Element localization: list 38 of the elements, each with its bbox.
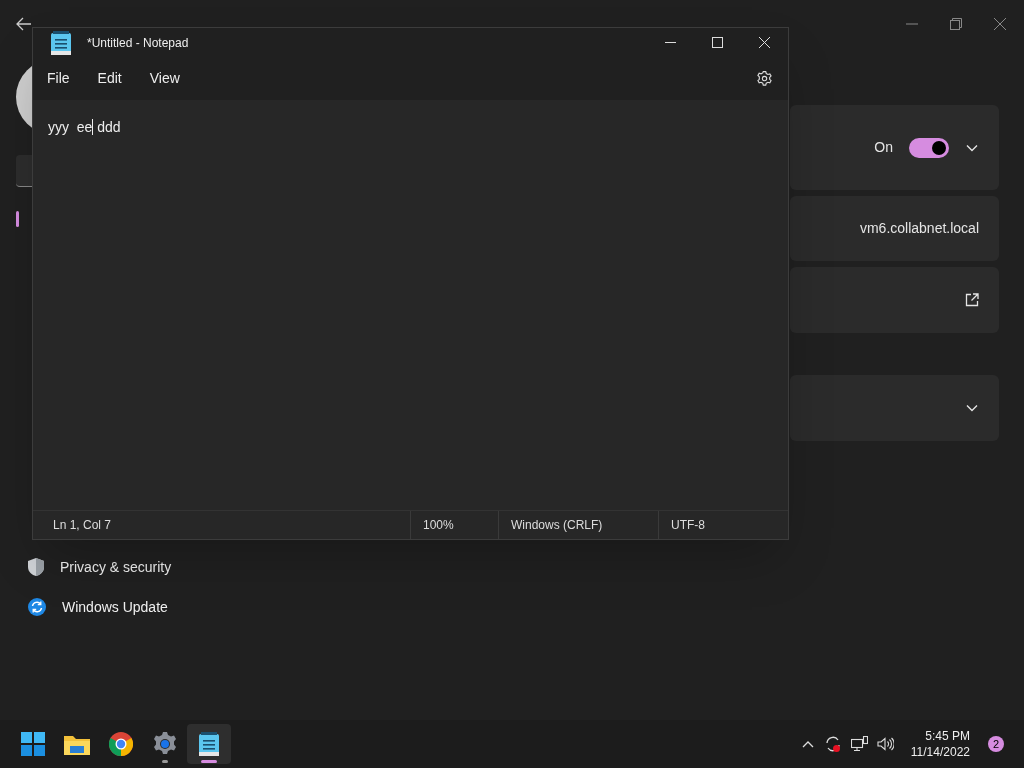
- external-link-icon: [965, 293, 979, 307]
- speaker-icon[interactable]: [876, 737, 894, 751]
- notification-count[interactable]: 2: [988, 736, 1004, 752]
- back-arrow-icon[interactable]: [16, 17, 32, 31]
- setting-value: vm6.collabnet.local: [859, 219, 979, 238]
- network-icon[interactable]: [850, 736, 868, 752]
- chevron-up-icon[interactable]: [801, 740, 814, 748]
- clock[interactable]: 5:45 PM 11/14/2022: [910, 728, 970, 760]
- notepad-icon: [199, 732, 219, 756]
- maximize-icon[interactable]: [712, 37, 723, 48]
- status-text: UTF-8: [671, 517, 705, 534]
- menu-item[interactable]: File: [37, 64, 80, 93]
- restore-icon[interactable]: [950, 18, 962, 30]
- nav-item[interactable]: Windows Update: [16, 587, 300, 627]
- toggle-state-label: On: [874, 138, 893, 157]
- folder-icon: [64, 733, 90, 755]
- clock-time: 5:45 PM: [925, 728, 970, 744]
- gear-icon: [153, 732, 177, 756]
- nav-item[interactable]: Privacy & security: [16, 547, 300, 587]
- notepad-icon: [51, 30, 71, 55]
- editor-text[interactable]: yyy ee ddd: [48, 119, 121, 135]
- windows-logo-icon: [21, 732, 45, 756]
- toggle-switch[interactable]: [909, 137, 949, 158]
- menu-item[interactable]: View: [139, 64, 190, 93]
- settings-icon[interactable]: [757, 71, 772, 86]
- clock-date: 11/14/2022: [910, 744, 970, 760]
- search-field[interactable]: [16, 155, 32, 187]
- sync-icon[interactable]: [823, 735, 842, 753]
- browser-icon: [109, 732, 133, 756]
- shield-icon: [28, 558, 44, 576]
- status-text: Ln 1, Col 7: [53, 517, 112, 534]
- sync-icon: [28, 598, 46, 616]
- status-text: 100%: [423, 517, 454, 534]
- status-text: Windows (CRLF): [511, 517, 603, 534]
- menu-item[interactable]: Edit: [87, 64, 132, 93]
- taskbar-button[interactable]: [187, 724, 231, 764]
- window-title: *Untitled - Notepad: [87, 34, 189, 52]
- selection-indicator: [16, 211, 19, 227]
